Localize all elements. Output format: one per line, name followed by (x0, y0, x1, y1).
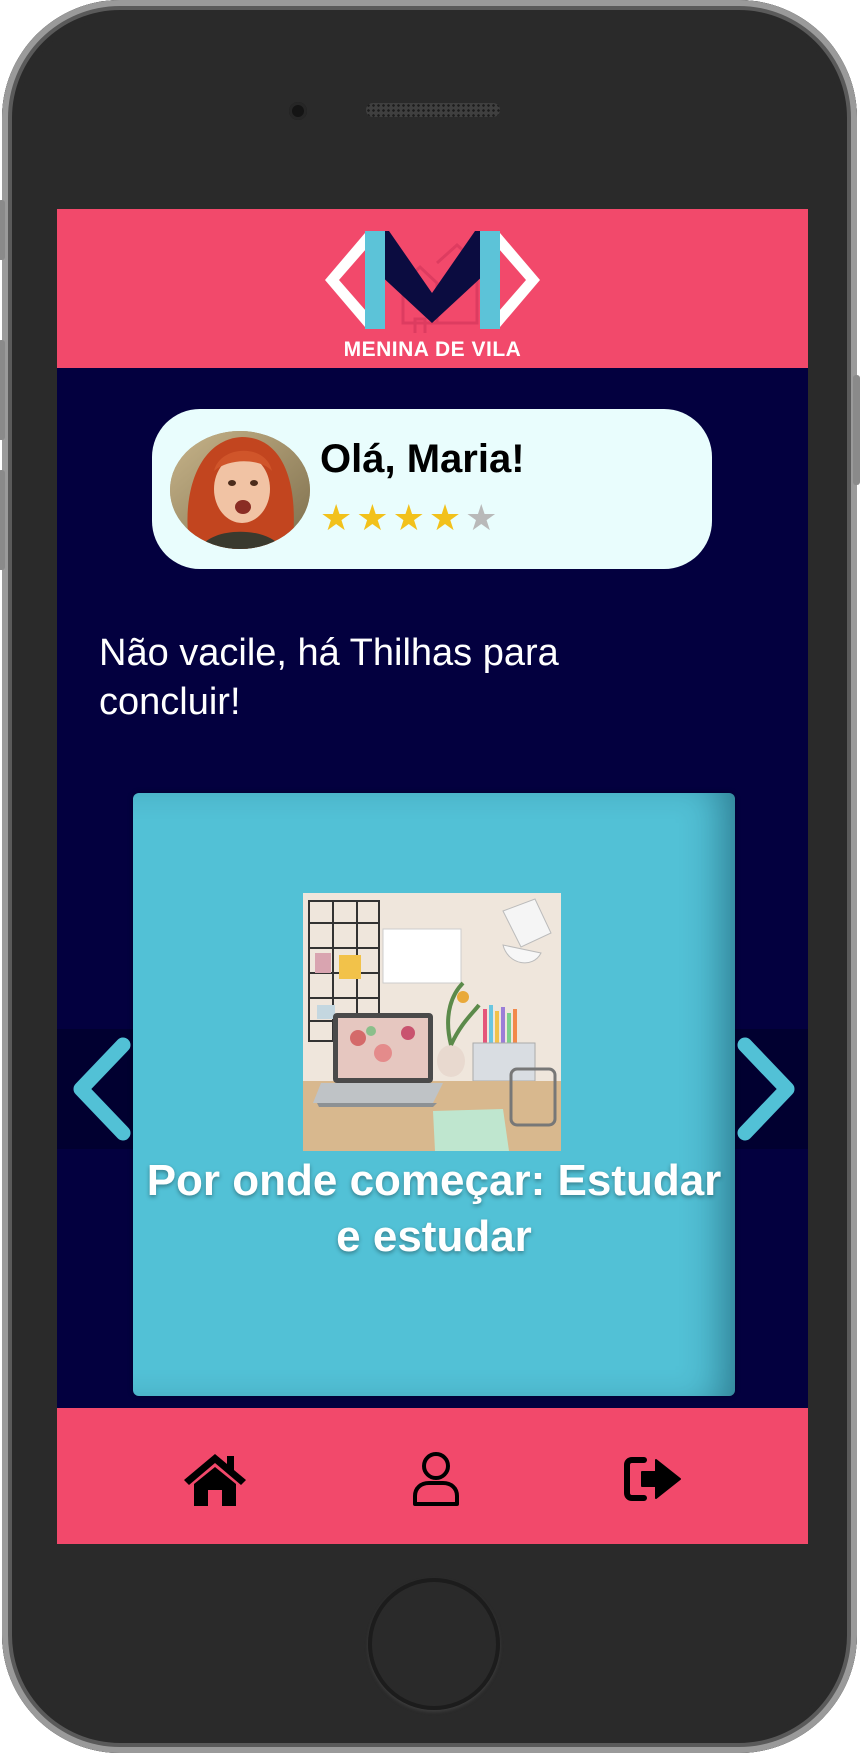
card-image (303, 893, 561, 1151)
tagline-text: Não vacile, há Thilhas para concluir! (99, 632, 559, 723)
star-filled-icon: ★ (428, 498, 462, 539)
app-header: MENINA DE VILA (57, 209, 808, 368)
home-hardware-button[interactable] (368, 1578, 500, 1710)
phone-frame: MENINA DE VILA Olá, Maria! ★ ★ ★ ★ ★ Não… (0, 0, 860, 1753)
carousel-prev-button[interactable] (65, 1037, 135, 1141)
chevron-right-icon (737, 1037, 795, 1141)
nav-profile-button[interactable] (403, 1450, 469, 1508)
nav-logout-button[interactable] (622, 1450, 688, 1508)
phone-side-button (0, 470, 5, 570)
brand-name: MENINA DE VILA (343, 338, 522, 361)
phone-side-button (0, 340, 5, 440)
card-title: Por onde começar: Estudar e estudar (146, 1156, 722, 1261)
star-filled-icon: ★ (392, 498, 425, 539)
logout-icon (624, 1457, 681, 1501)
camera-icon (289, 102, 307, 120)
home-icon (184, 1454, 246, 1506)
avatar[interactable] (170, 431, 310, 549)
desk-photo (303, 893, 561, 1151)
brand-logo: MENINA DE VILA (325, 223, 540, 363)
phone-side-button (0, 200, 5, 260)
star-empty-icon: ★ (465, 498, 498, 539)
chevron-left-icon (73, 1037, 131, 1141)
avatar-photo (170, 431, 310, 549)
logo-mark-icon (325, 231, 540, 333)
greeting-card: Olá, Maria! ★ ★ ★ ★ ★ (152, 409, 712, 569)
greeting-title: Olá, Maria! (320, 437, 525, 481)
bottom-nav (57, 1408, 808, 1544)
phone-side-button (853, 375, 860, 485)
carousel-card[interactable]: Por onde começar: Estudar e estudar (133, 793, 735, 1396)
nav-home-button[interactable] (182, 1450, 248, 1508)
star-filled-icon: ★ (320, 498, 353, 539)
speaker-grille (366, 103, 500, 117)
carousel-next-button[interactable] (733, 1037, 803, 1141)
rating-stars: ★ ★ ★ ★ ★ (320, 501, 497, 537)
app-screen: MENINA DE VILA Olá, Maria! ★ ★ ★ ★ ★ Não… (57, 209, 808, 1544)
star-filled-icon: ★ (356, 498, 389, 539)
user-icon (413, 1452, 459, 1506)
